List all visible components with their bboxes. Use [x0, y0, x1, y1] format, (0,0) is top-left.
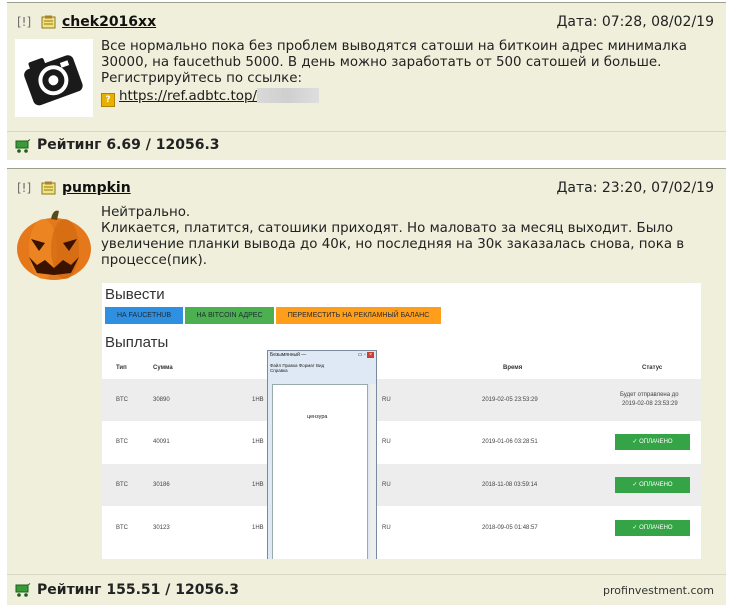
notepad-icon [41, 181, 56, 195]
cell-time: 2019-02-05 23:53:29 [482, 397, 538, 403]
payout-screenshot: Вывести НА FAUCETHUB НА BITCOIN АДРЕС ПЕ… [102, 283, 701, 559]
notepad-title-text: Безымянный — [270, 352, 307, 358]
table-row: BTC 30186 1HB RU 2018-11-08 03:59:14 ✓ О… [102, 464, 701, 506]
cell-address: 1HB [252, 439, 264, 445]
rating-text: Рейтинг 6.69 / 12056.3 [37, 137, 220, 153]
rating-cart-icon [15, 139, 31, 153]
rating-bar: Рейтинг 6.69 / 12056.3 [7, 131, 726, 160]
watermark: profinvestment.com [603, 584, 714, 597]
cell-type: BTC [116, 525, 128, 531]
pumpkin-avatar [15, 205, 93, 283]
cell-amount: 30890 [153, 397, 170, 403]
cell-country: RU [382, 525, 391, 531]
cell-time: 2019-01-06 03:28:51 [482, 439, 538, 445]
cell-address: 1HB [252, 397, 264, 403]
post-line: 30000, на faucethub 5000. В день можно з… [101, 55, 662, 70]
cell-country: RU [382, 397, 391, 403]
report-marker[interactable]: [!] [17, 15, 31, 29]
cell-status-line: 2019-02-08 23:53:29 [622, 401, 678, 407]
rating-text: Рейтинг 155.51 / 12056.3 [37, 582, 240, 598]
post-header: [!] pumpkin Дата: 23:20, 07/02/19 [17, 180, 714, 198]
col-type: Тип [116, 365, 127, 371]
post-line: Нейтрально. [101, 205, 191, 220]
blurred-link-part [256, 88, 319, 103]
cell-time: 2018-09-05 01:48:57 [482, 525, 538, 531]
post-pumpkin: [!] pumpkin Дата: 23:20, 07/02/19 Нейтра… [7, 168, 726, 581]
post-date: Дата: 07:28, 08/02/19 [556, 14, 714, 30]
username-link[interactable]: chek2016xx [62, 14, 156, 30]
post-date: Дата: 23:20, 07/02/19 [556, 180, 714, 196]
col-amount: Сумма [153, 365, 173, 371]
post-line: Все нормально пока без проблем выводятся… [101, 39, 688, 54]
withdraw-title: Вывести [105, 286, 165, 303]
cell-country: RU [382, 482, 391, 488]
post-body: Все нормально пока без проблем выводятся… [101, 39, 701, 87]
cell-amount: 30186 [153, 482, 170, 488]
post-body: Нейтрально. Кликается, платится, сатошик… [101, 205, 701, 269]
notepad-text-area[interactable]: цензура [272, 384, 368, 559]
window-controls-icon: ▭ ▫ × [357, 352, 374, 358]
payouts-table: Тип Сумма Время Статус BTC 30890 1HB RU … [102, 353, 701, 559]
notepad-scrollbar[interactable] [370, 384, 376, 559]
cell-amount: 30123 [153, 525, 170, 531]
move-to-ad-balance-button[interactable]: ПЕРЕМЕСТИТЬ НА РЕКЛАМНЫЙ БАЛАНС [276, 307, 441, 324]
paid-badge: ✓ ОПЛАЧЕНО [615, 520, 690, 536]
username-link[interactable]: pumpkin [62, 180, 131, 196]
cell-country: RU [382, 439, 391, 445]
notepad-menu: Файл Правка Формат Вид Справка [270, 363, 374, 373]
cell-time: 2018-11-08 03:59:14 [482, 482, 538, 488]
post-header: [!] chek2016xx Дата: 07:28, 08/02/19 [17, 14, 714, 32]
notepad-title: Безымянный — ▭ ▫ × [270, 352, 374, 362]
cell-status-line: Будет отправлена до [620, 392, 679, 398]
paid-badge: ✓ ОПЛАЧЕНО [615, 434, 690, 450]
col-status: Статус [642, 365, 663, 371]
cell-type: BTC [116, 397, 128, 403]
post-line: увеличение планки вывода до 40к, но посл… [101, 237, 685, 252]
post-chek2016xx: [!] chek2016xx Дата: 07:28, 08/02/19 Все… [7, 2, 726, 160]
paid-badge: ✓ ОПЛАЧЕНО [615, 477, 690, 493]
rating-bar: Рейтинг 155.51 / 12056.3 profinvestment.… [7, 574, 726, 605]
rating-cart-icon [15, 583, 31, 597]
report-marker[interactable]: [!] [17, 181, 31, 195]
cell-type: BTC [116, 482, 128, 488]
table-row: BTC 30123 1HB RU 2018-09-05 01:48:57 ✓ О… [102, 507, 701, 549]
cell-amount: 40091 [153, 439, 170, 445]
faucethub-button[interactable]: НА FAUCETHUB [105, 307, 183, 324]
col-time: Время [503, 365, 523, 371]
table-row: BTC 30890 1HB RU 2019-02-05 23:53:29 Буд… [102, 379, 701, 421]
notepad-text: цензура [307, 414, 328, 420]
notepad-window: Безымянный — ▭ ▫ × Файл Правка Формат Ви… [267, 350, 377, 559]
post-line: Регистрируйтесь по ссылке: [101, 71, 302, 86]
link-icon: ? [101, 93, 115, 107]
payouts-title: Выплаты [105, 334, 169, 351]
camera-avatar [15, 39, 93, 117]
post-line: процессе(пик). [101, 253, 208, 268]
notepad-icon [41, 15, 56, 29]
cell-type: BTC [116, 439, 128, 445]
referral-link[interactable]: https://ref.adbtc.top/ [119, 89, 257, 104]
table-row: BTC 40091 1HB RU 2019-01-06 03:28:51 ✓ О… [102, 421, 701, 463]
cell-address: 1HB [252, 525, 264, 531]
post-line: Кликается, платится, сатошики приходят. … [101, 221, 674, 236]
referral-link-row: ? https://ref.adbtc.top/ [101, 88, 319, 107]
bitcoin-address-button[interactable]: НА BITCOIN АДРЕС [185, 307, 274, 324]
notepad-menu-line: Справка [270, 368, 288, 373]
cell-address: 1HB [252, 482, 264, 488]
